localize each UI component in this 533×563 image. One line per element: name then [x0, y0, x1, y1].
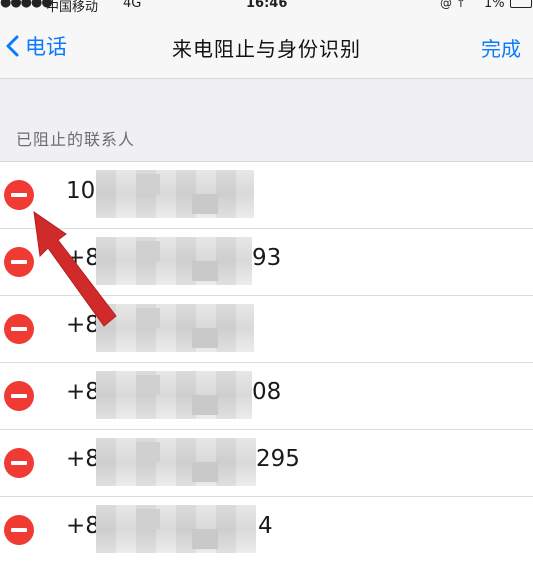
phone-number: +8 93	[66, 245, 281, 271]
list-item: 10	[0, 162, 533, 229]
phone-number: 10	[66, 178, 95, 204]
phone-prefix: +8	[66, 245, 100, 271]
watermark-logo: 锐客网	[412, 507, 487, 536]
status-bar: ●●●●● 中国移动 4G 16:46 @ ↑ 1%	[0, 0, 533, 15]
battery-percent: 1%	[484, 0, 505, 11]
redaction-blur	[96, 237, 252, 285]
signal-strength-icon: ●●●●●	[0, 0, 53, 10]
redaction-blur	[96, 371, 252, 419]
redaction-blur	[96, 438, 256, 486]
delete-icon[interactable]	[4, 381, 34, 411]
phone-number: +8	[66, 312, 100, 338]
phone-prefix: +8	[66, 312, 100, 338]
list-item: +8 295	[0, 430, 533, 497]
phone-suffix: 295	[256, 446, 300, 472]
list-item: +8	[0, 296, 533, 363]
status-indicators-icon: @ ↑	[440, 0, 466, 10]
carrier-name: 中国移动	[46, 0, 99, 15]
status-time: 16:46	[246, 0, 288, 11]
delete-icon[interactable]	[4, 448, 34, 478]
phone-suffix: 4	[258, 513, 273, 539]
redaction-blur	[96, 170, 254, 218]
redaction-blur	[96, 304, 254, 352]
list-item: +8 08	[0, 363, 533, 430]
section-header: 已阻止的联系人	[16, 130, 136, 149]
battery-icon	[510, 0, 532, 8]
phone-prefix: +8	[66, 513, 100, 539]
delete-icon[interactable]	[4, 515, 34, 545]
phone-prefix: +8	[66, 379, 100, 405]
redaction-blur	[96, 505, 256, 553]
navigation-bar: 电话 来电阻止与身份识别 完成	[0, 14, 533, 79]
phone-number: +8 295	[66, 446, 300, 472]
phone-suffix: 93	[252, 245, 282, 271]
done-button[interactable]: 完成	[481, 33, 521, 62]
page-title: 来电阻止与身份识别	[172, 37, 361, 61]
phone-suffix: 08	[252, 379, 282, 405]
phone-prefix: 10	[66, 178, 96, 204]
delete-icon[interactable]	[4, 247, 34, 277]
list-item: +8 93	[0, 229, 533, 296]
phone-number: +8 08	[66, 379, 281, 405]
delete-icon[interactable]	[4, 180, 34, 210]
phone-prefix: +8	[66, 446, 100, 472]
network-type: 4G	[123, 0, 142, 11]
phone-number: +8 4	[66, 513, 273, 539]
delete-icon[interactable]	[4, 314, 34, 344]
